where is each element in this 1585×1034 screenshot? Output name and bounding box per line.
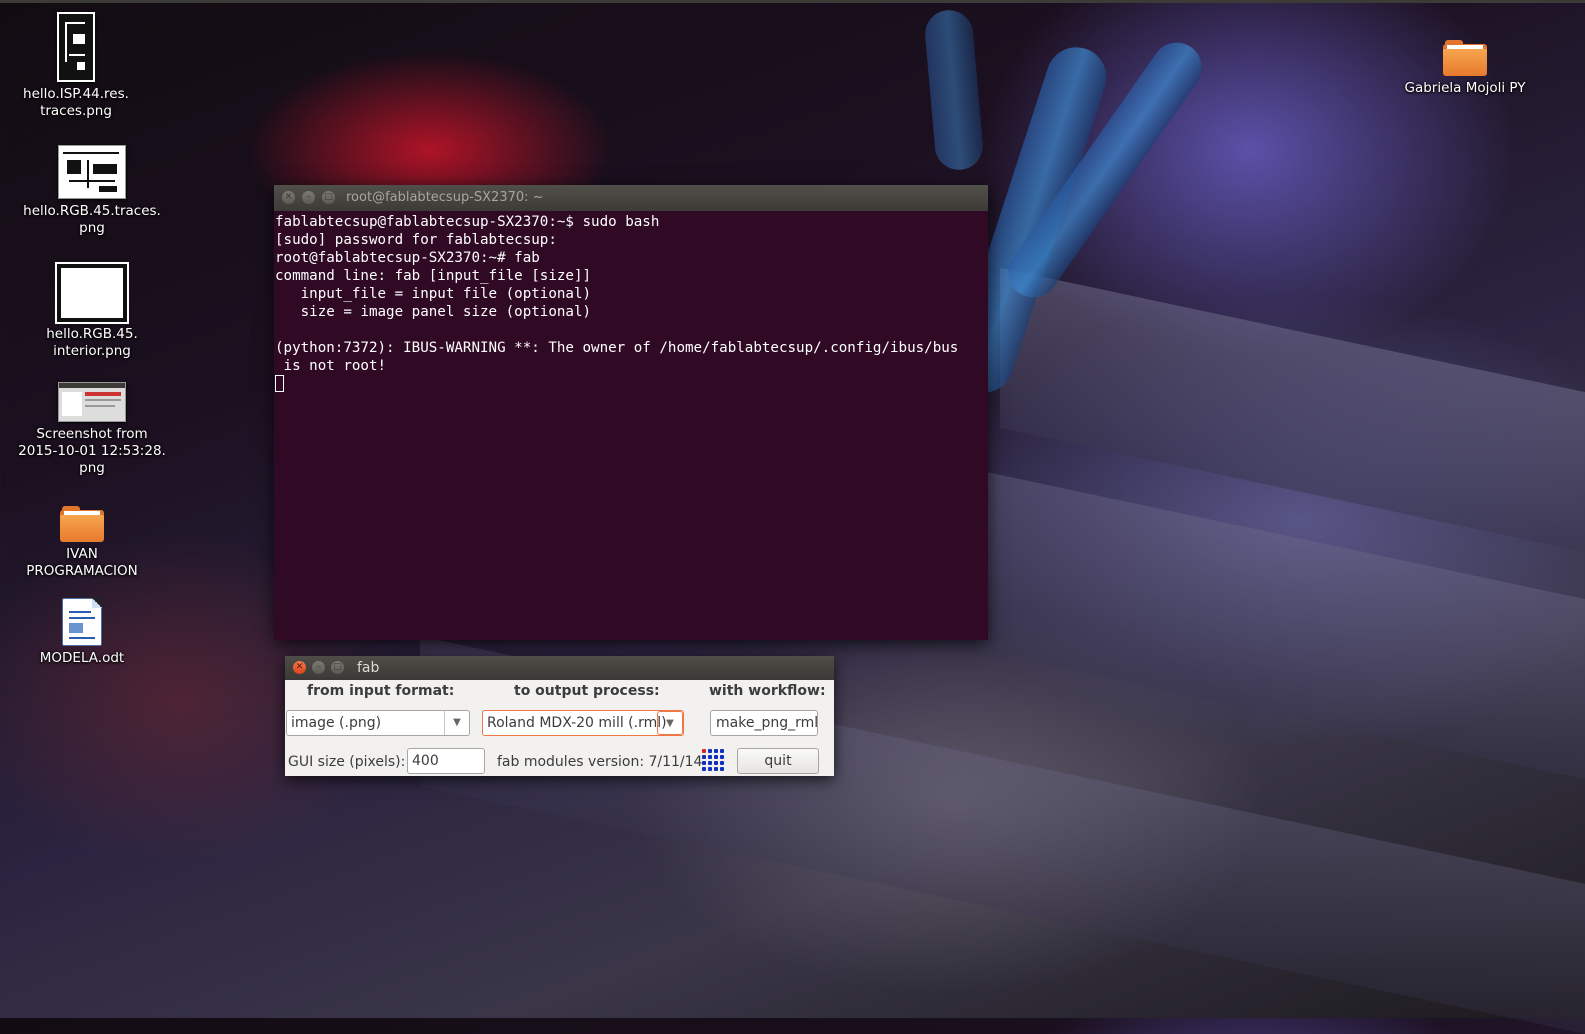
desktop-icon-hello-isp[interactable]: hello.ISP.44.res. traces.png bbox=[18, 12, 134, 120]
desktop-icon-hello-rgb-traces[interactable]: hello.RGB.45.traces. png bbox=[22, 145, 162, 237]
desktop-icon-modela-odt[interactable]: MODELA.odt bbox=[22, 598, 142, 667]
image-thumbnail-icon bbox=[55, 262, 129, 324]
close-icon[interactable]: ✕ bbox=[282, 191, 295, 204]
chevron-down-icon[interactable]: ▼ bbox=[444, 711, 469, 735]
terminal-titlebar[interactable]: ✕ – □ root@fablabtecsup-SX2370: ~ bbox=[274, 185, 988, 211]
version-label: fab modules version: 7/11/14 bbox=[497, 754, 703, 770]
input-format-select[interactable]: image (.png) ▼ bbox=[286, 710, 470, 736]
text-document-icon bbox=[62, 598, 102, 646]
terminal-window[interactable]: ✕ – □ root@fablabtecsup-SX2370: ~ fablab… bbox=[274, 185, 988, 640]
desktop-icon-label: Gabriela Mojoli PY bbox=[1404, 80, 1526, 96]
minimize-icon[interactable]: – bbox=[312, 661, 325, 674]
desktop-icon-label: hello.ISP.44.res. traces.png bbox=[23, 86, 129, 119]
terminal-line: (python:7372): IBUS-WARNING **: The owne… bbox=[275, 340, 959, 356]
desktop-icon-label: IVAN PROGRAMACION bbox=[26, 546, 138, 579]
fab-logo-icon bbox=[701, 748, 725, 772]
maximize-icon[interactable]: □ bbox=[322, 191, 335, 204]
folder-icon bbox=[1443, 40, 1487, 76]
maximize-icon[interactable]: □ bbox=[331, 661, 344, 674]
desktop-icon-screenshot[interactable]: Screenshot from 2015-10-01 12:53:28. png bbox=[18, 382, 166, 477]
desktop-icon-label: hello.RGB.45.traces. png bbox=[23, 203, 161, 236]
terminal-line: is not root! bbox=[275, 358, 387, 374]
window-title: root@fablabtecsup-SX2370: ~ bbox=[346, 190, 544, 205]
terminal-line: size = image panel size (optional) bbox=[275, 304, 592, 320]
chevron-down-icon[interactable]: ▼ bbox=[657, 711, 683, 735]
image-thumbnail-icon bbox=[58, 382, 126, 422]
workflow-value: make_png_rml bbox=[716, 715, 818, 731]
input-format-value: image (.png) bbox=[291, 715, 382, 731]
output-process-select[interactable]: Roland MDX-20 mill (.rml) ▼ bbox=[482, 710, 684, 736]
terminal-line: [sudo] password for fablabtecsup: bbox=[275, 232, 557, 248]
terminal-line: command line: fab [input_file [size]] bbox=[275, 268, 592, 284]
image-thumbnail-icon bbox=[58, 145, 126, 199]
terminal-output[interactable]: fablabtecsup@fablabtecsup-SX2370:~$ sudo… bbox=[274, 211, 988, 395]
close-icon[interactable]: ✕ bbox=[293, 661, 306, 674]
from-input-format-label: from input format: bbox=[307, 683, 455, 699]
gui-size-value: 400 bbox=[412, 753, 439, 769]
quit-button[interactable]: quit bbox=[737, 748, 819, 774]
with-workflow-label: with workflow: bbox=[709, 683, 826, 699]
terminal-cursor bbox=[275, 375, 284, 392]
fab-titlebar[interactable]: ✕ – □ fab bbox=[285, 656, 834, 680]
terminal-line: fablabtecsup@fablabtecsup-SX2370:~$ sudo… bbox=[275, 214, 660, 230]
desktop-icon-hello-rgb-interior[interactable]: hello.RGB.45. interior.png bbox=[22, 262, 162, 360]
window-title: fab bbox=[357, 660, 380, 676]
terminal-line: input_file = input file (optional) bbox=[275, 286, 592, 302]
desktop-icon-gabriela-mojoli[interactable]: Gabriela Mojoli PY bbox=[1395, 40, 1535, 97]
output-process-value: Roland MDX-20 mill (.rml) bbox=[487, 715, 667, 731]
desktop-icon-label: Screenshot from 2015-10-01 12:53:28. png bbox=[18, 426, 166, 476]
fab-window[interactable]: ✕ – □ fab from input format: to output p… bbox=[285, 656, 834, 776]
workflow-button[interactable]: make_png_rml bbox=[710, 710, 818, 736]
desktop-icon-label: hello.RGB.45. interior.png bbox=[46, 326, 138, 359]
gui-size-input[interactable]: 400 bbox=[407, 748, 485, 774]
terminal-line: root@fablabtecsup-SX2370:~# fab bbox=[275, 250, 540, 266]
minimize-icon[interactable]: – bbox=[302, 191, 315, 204]
folder-icon bbox=[60, 506, 104, 542]
to-output-process-label: to output process: bbox=[514, 683, 660, 699]
top-panel bbox=[0, 0, 1585, 3]
desktop-icon-ivan-programacion[interactable]: IVAN PROGRAMACION bbox=[18, 506, 146, 580]
image-thumbnail-icon bbox=[57, 12, 95, 82]
desktop-icon-label: MODELA.odt bbox=[39, 650, 125, 666]
gui-size-label: GUI size (pixels): bbox=[288, 754, 406, 770]
